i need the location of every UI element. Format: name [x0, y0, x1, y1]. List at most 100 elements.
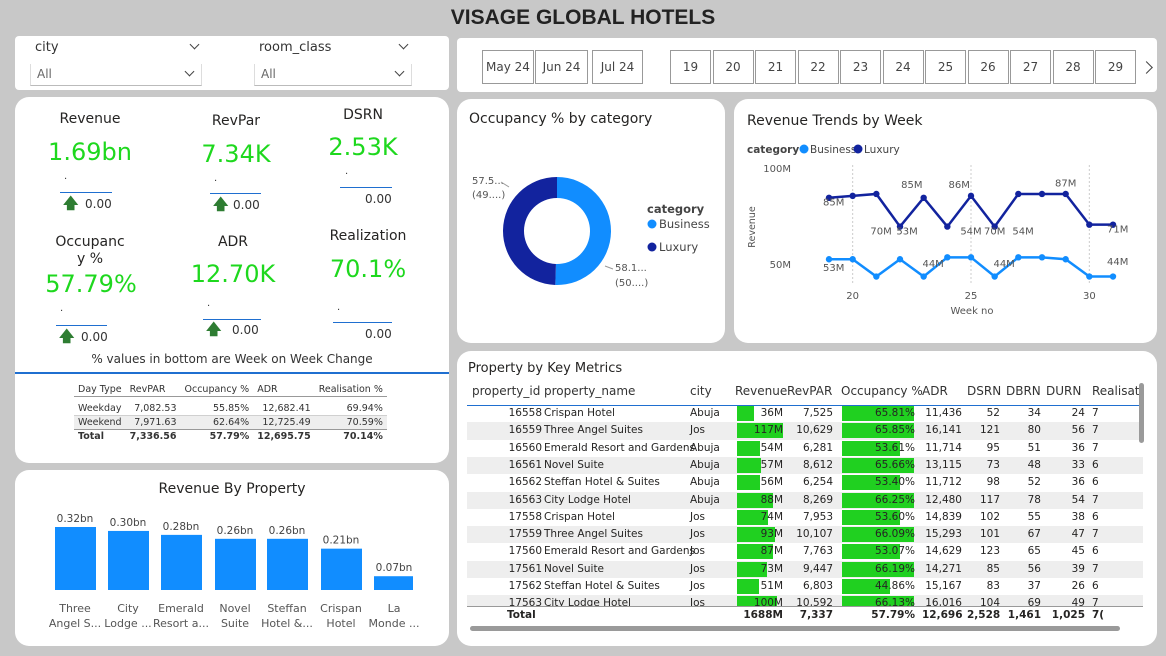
cell-dbrn: 80	[1027, 424, 1041, 437]
city-slicer-value: All	[37, 67, 52, 81]
week-button-22[interactable]: 22	[797, 50, 839, 84]
data-point[interactable]	[1038, 254, 1046, 261]
table-row[interactable]: 16558 Crispan Hotel Abuja 36M 7,525 65.81% 11,…	[467, 405, 1143, 422]
week-button-25[interactable]: 25	[925, 50, 966, 84]
dsrn-kpi-dot: .	[345, 166, 349, 177]
data-point[interactable]	[1015, 190, 1022, 198]
table-row[interactable]: 17562 Steffan Hotel & Suites Jos 51M 6,803 44…	[467, 578, 1143, 595]
donut-slice-label: (49....)	[472, 190, 505, 201]
data-point[interactable]	[920, 194, 927, 201]
week-button-23[interactable]: 23	[840, 50, 881, 84]
daytype-header[interactable]: Occupancy %	[181, 383, 254, 397]
data-point[interactable]	[1109, 273, 1117, 280]
table-row[interactable]: Weekday 7,082.53 55.85% 12,682.41 69.94%	[74, 402, 387, 415]
cell: 62.64%	[212, 416, 250, 428]
cell-name: Three Angel Suites	[544, 424, 643, 437]
cell-revpar: 7,525	[802, 407, 833, 419]
data-point[interactable]	[873, 190, 880, 198]
week-button-21[interactable]: 21	[755, 50, 796, 84]
data-point[interactable]	[1015, 254, 1022, 261]
property-table: property_id property_name city Revenue RevPA…	[467, 382, 1143, 622]
chevron-down-icon	[184, 66, 195, 77]
horizontal-scrollbar[interactable]	[470, 626, 1120, 631]
table-row[interactable]: 17558 Crispan Hotel Jos 74M 7,953 53.60% 14,83…	[467, 509, 1143, 526]
total-dbrn: 1,461	[1007, 609, 1041, 621]
city-slicer-dropdown[interactable]: All	[30, 64, 202, 86]
data-point[interactable]	[944, 223, 951, 230]
data-point[interactable]	[967, 192, 975, 200]
month-button-may[interactable]: May 24	[482, 50, 534, 84]
table-row[interactable]: 17560 Emerald Resort and Gardens Jos 87M 7,7…	[467, 543, 1143, 560]
bar-data-label: 0.07bn	[376, 562, 413, 574]
bar[interactable]	[321, 548, 362, 590]
data-point[interactable]	[825, 256, 833, 263]
legend-marker	[647, 219, 657, 229]
data-point[interactable]	[896, 256, 904, 263]
cell-revpar: 9,447	[802, 562, 833, 575]
room-class-slicer-dropdown[interactable]: All	[254, 64, 412, 86]
cell-real: 7	[1092, 424, 1099, 437]
data-label: 70M	[870, 226, 891, 237]
data-point[interactable]	[967, 254, 975, 261]
cell-city: Jos	[690, 510, 705, 523]
bar-data-label: 0.21bn	[323, 535, 360, 547]
data-point[interactable]	[873, 273, 880, 280]
table-row[interactable]: 16561 Novel Suite Abuja 57M 8,612 65.66% 13,11…	[467, 456, 1143, 475]
daytype-header[interactable]: Realisation %	[315, 383, 387, 397]
cell-revenue: 74M	[760, 510, 783, 523]
week-button-24[interactable]: 24	[882, 50, 924, 84]
week-button-27[interactable]: 27	[1010, 50, 1051, 84]
bar-data-label: 0.26bn	[217, 525, 254, 537]
bar[interactable]	[374, 576, 413, 590]
daytype-header[interactable]: Day Type	[74, 383, 126, 397]
week-button-29[interactable]: 29	[1095, 50, 1136, 84]
chevron-down-icon[interactable]	[398, 39, 409, 50]
chevron-down-icon[interactable]	[189, 39, 200, 50]
cell: 7,082.53	[134, 402, 177, 414]
data-point[interactable]	[1038, 190, 1046, 198]
table-row[interactable]: 16560 Emerald Resort and Gardens Abuja 54M 6…	[467, 440, 1143, 457]
data-point[interactable]	[920, 273, 927, 280]
donut-slice[interactable]	[503, 177, 557, 285]
cell-real: 7	[1092, 493, 1099, 506]
cell-name: Emerald Resort and Gardens	[544, 441, 695, 454]
cell-name: Novel Suite	[544, 562, 605, 575]
revenue-kpi-label: Revenue	[59, 111, 121, 127]
data-point[interactable]	[944, 254, 951, 261]
data-point[interactable]	[849, 256, 856, 263]
week-button-28[interactable]: 28	[1052, 50, 1094, 84]
data-point[interactable]	[1086, 221, 1093, 228]
vertical-scrollbar[interactable]	[1139, 383, 1144, 443]
donut-slice[interactable]	[555, 177, 612, 285]
cell-durn: 56	[1071, 424, 1085, 437]
table-row[interactable]: 16559 Three Angel Suites Jos 117M 10,629 65.8…	[467, 422, 1143, 440]
bar[interactable]	[161, 534, 202, 590]
daytype-header[interactable]: RevPAR	[126, 383, 181, 397]
data-point[interactable]	[1062, 256, 1069, 263]
table-row[interactable]: 17561 Novel Suite Jos 73M 9,447 66.19% 14,271 8…	[467, 560, 1143, 578]
table-row[interactable]: Weekend 7,971.63 62.64% 12,725.49 70.59%	[74, 415, 387, 429]
bar[interactable]	[55, 527, 96, 590]
month-button-jul[interactable]: Jul 24	[592, 50, 643, 84]
table-row[interactable]: 16562 Steffan Hotel & Suites Abuja 56M 6,254…	[467, 474, 1143, 491]
week-button-26[interactable]: 26	[967, 50, 1009, 84]
month-button-jun[interactable]: Jun 24	[535, 50, 588, 84]
table-row[interactable]: 16563 City Lodge Hotel Abuja 88M 8,269 66.25%…	[467, 491, 1143, 509]
donut-legend-item: Luxury	[659, 240, 698, 254]
data-label: 85M	[901, 180, 922, 191]
data-point[interactable]	[991, 273, 998, 280]
cell-dsrn: 123	[979, 545, 1000, 558]
data-point[interactable]	[1062, 190, 1069, 198]
revenue-kpi-value: 1.69bn	[48, 138, 132, 166]
bar[interactable]	[215, 538, 256, 590]
table-row[interactable]: 17559 Three Angel Suites Jos 93M 10,107 66.09…	[467, 526, 1143, 544]
bar[interactable]	[267, 538, 308, 590]
total-revpar: 7,337	[799, 609, 833, 621]
week-button-20[interactable]: 20	[712, 50, 754, 84]
data-point[interactable]	[849, 192, 856, 200]
y-tick-label: 50M	[770, 260, 791, 271]
bar[interactable]	[108, 530, 149, 590]
week-button-19[interactable]: 19	[670, 50, 711, 84]
data-point[interactable]	[1086, 273, 1093, 280]
daytype-header[interactable]: ADR	[253, 383, 315, 397]
